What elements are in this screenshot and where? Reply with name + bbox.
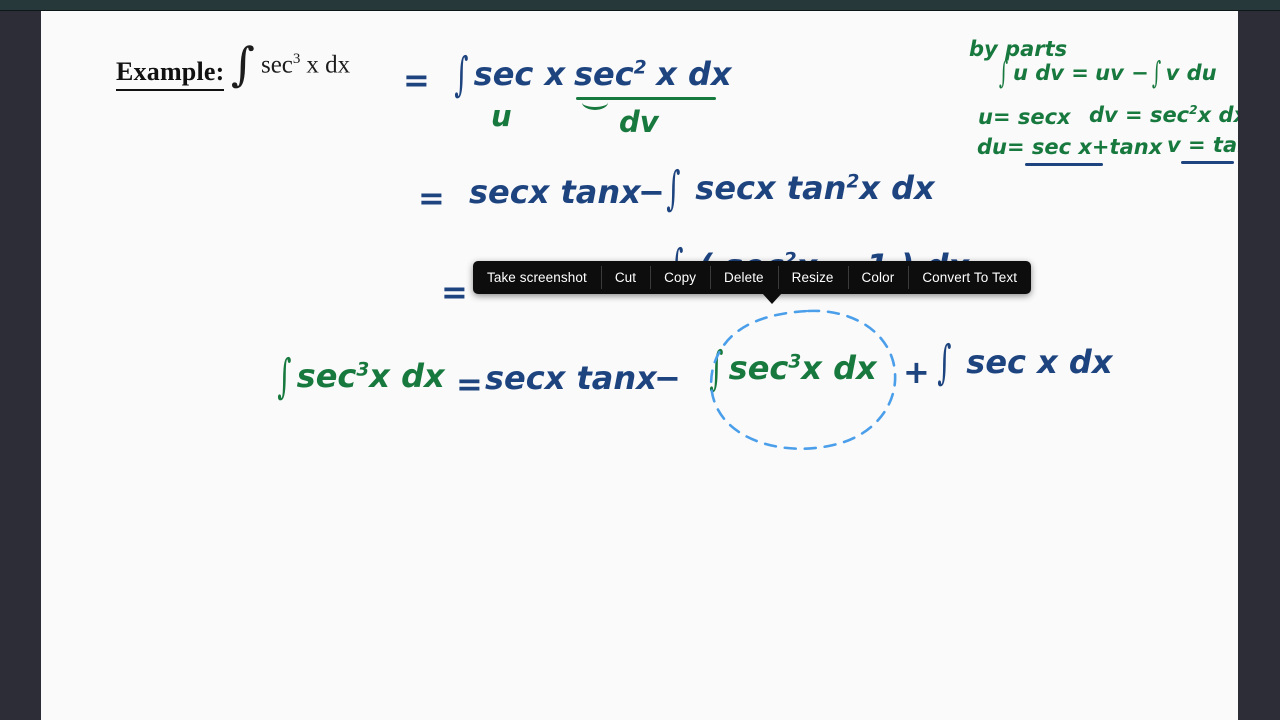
line4-lhs-tail: x dx — [369, 357, 445, 395]
line4-lhs: ∫ sec3x dx — [274, 348, 445, 403]
line2-minus: − — [638, 173, 665, 211]
line4-last-term: ∫ sec x dx — [934, 334, 1113, 389]
line1-u-label: u — [491, 99, 512, 133]
line1-dv-base: sec — [574, 55, 634, 93]
line2-rest-tail: x dx — [859, 169, 935, 207]
integral-sign-icon: ∫ — [666, 160, 681, 216]
lasso-shape-icon — [709, 309, 897, 451]
menu-item-take-screenshot[interactable]: Take screenshot — [473, 261, 601, 294]
notes-v-line: v = tanx — [1167, 133, 1238, 157]
notes-dv-exponent: 2 — [1189, 103, 1198, 117]
lasso-selection-outline[interactable] — [704, 307, 904, 453]
menu-item-color[interactable]: Color — [847, 261, 909, 294]
menu-item-copy[interactable]: Copy — [650, 261, 710, 294]
context-menu[interactable]: Take screenshot Cut Copy Delete Resize C… — [473, 261, 1032, 304]
integral-sign-icon: ∫ — [937, 334, 952, 390]
line3-equals: = — [441, 273, 468, 311]
notes-dv-base: dv = sec — [1089, 103, 1190, 127]
line2-integral-group: ∫ secx tan2x dx — [663, 160, 935, 215]
line1-dv-term: sec2 x dx — [574, 55, 732, 93]
integral-sign-icon: ∫ — [1151, 55, 1161, 91]
line4-lhs-base: sec — [296, 357, 357, 395]
notes-v-underline — [1181, 161, 1234, 164]
line4-last-text: sec x dx — [966, 343, 1113, 381]
line1-u-term: sec x — [473, 55, 566, 93]
notes-title: by parts — [969, 37, 1068, 61]
example-expr-tail: x dx — [306, 51, 351, 79]
example-expr-base: sec — [260, 51, 293, 79]
window-titlebar — [0, 0, 1280, 11]
line1-equals: = — [403, 61, 430, 99]
line4-plus: + — [903, 353, 930, 391]
menu-item-delete[interactable]: Delete — [710, 261, 778, 294]
app-root: Example: ∫ sec3 x dx = ∫ sec x u sec2 x dx d… — [0, 0, 1280, 720]
line1-u-group: ∫ sec x — [451, 46, 566, 101]
line2-first-term: secx tanx — [469, 173, 641, 211]
line4-mid-term: secx tanx — [485, 359, 657, 397]
line1-dv-tail: x dx — [656, 55, 732, 93]
line1-dv-label: dv — [619, 105, 659, 139]
line2-rest-exponent: 2 — [846, 171, 860, 193]
line4-lhs-exponent: 3 — [356, 359, 370, 381]
integral-sign-icon: ∫ — [277, 348, 292, 404]
line1-dv-exponent: 2 — [633, 57, 647, 79]
line2-equals: = — [418, 179, 445, 217]
notes-formula-c: v du — [1165, 61, 1217, 85]
line2-rest-base: secx tan — [695, 169, 847, 207]
example-expression: ∫ sec3 x dx — [231, 41, 351, 87]
notes-dv-tail: x dx — [1197, 103, 1238, 127]
line4-equals: = — [456, 365, 483, 403]
integral-sign-icon: ∫ — [998, 55, 1009, 91]
example-expr-exponent: 3 — [292, 51, 301, 67]
example-label: Example: — [116, 57, 225, 91]
notes-dv-line: dv = sec2x dx — [1089, 103, 1238, 127]
notes-du-underline — [1025, 163, 1103, 166]
notes-u-line: u= secx — [978, 105, 1071, 129]
notes-formula-a: u dv = — [1012, 61, 1089, 85]
note-canvas[interactable]: Example: ∫ sec3 x dx = ∫ sec x u sec2 x dx d… — [41, 11, 1238, 720]
notes-du-line: du= sec x+tanx — [977, 135, 1163, 159]
line4-minus: − — [654, 359, 681, 397]
notes-formula-b: uv − — [1095, 61, 1149, 85]
menu-item-convert-to-text[interactable]: Convert To Text — [908, 261, 1031, 294]
menu-item-cut[interactable]: Cut — [600, 261, 650, 294]
context-menu-pointer — [762, 293, 782, 304]
integral-sign-icon: ∫ — [231, 37, 255, 92]
notes-formula: ∫ u dv = uv − ∫ v du — [996, 56, 1217, 91]
integral-sign-icon: ∫ — [454, 46, 469, 102]
menu-item-resize[interactable]: Resize — [777, 261, 848, 294]
